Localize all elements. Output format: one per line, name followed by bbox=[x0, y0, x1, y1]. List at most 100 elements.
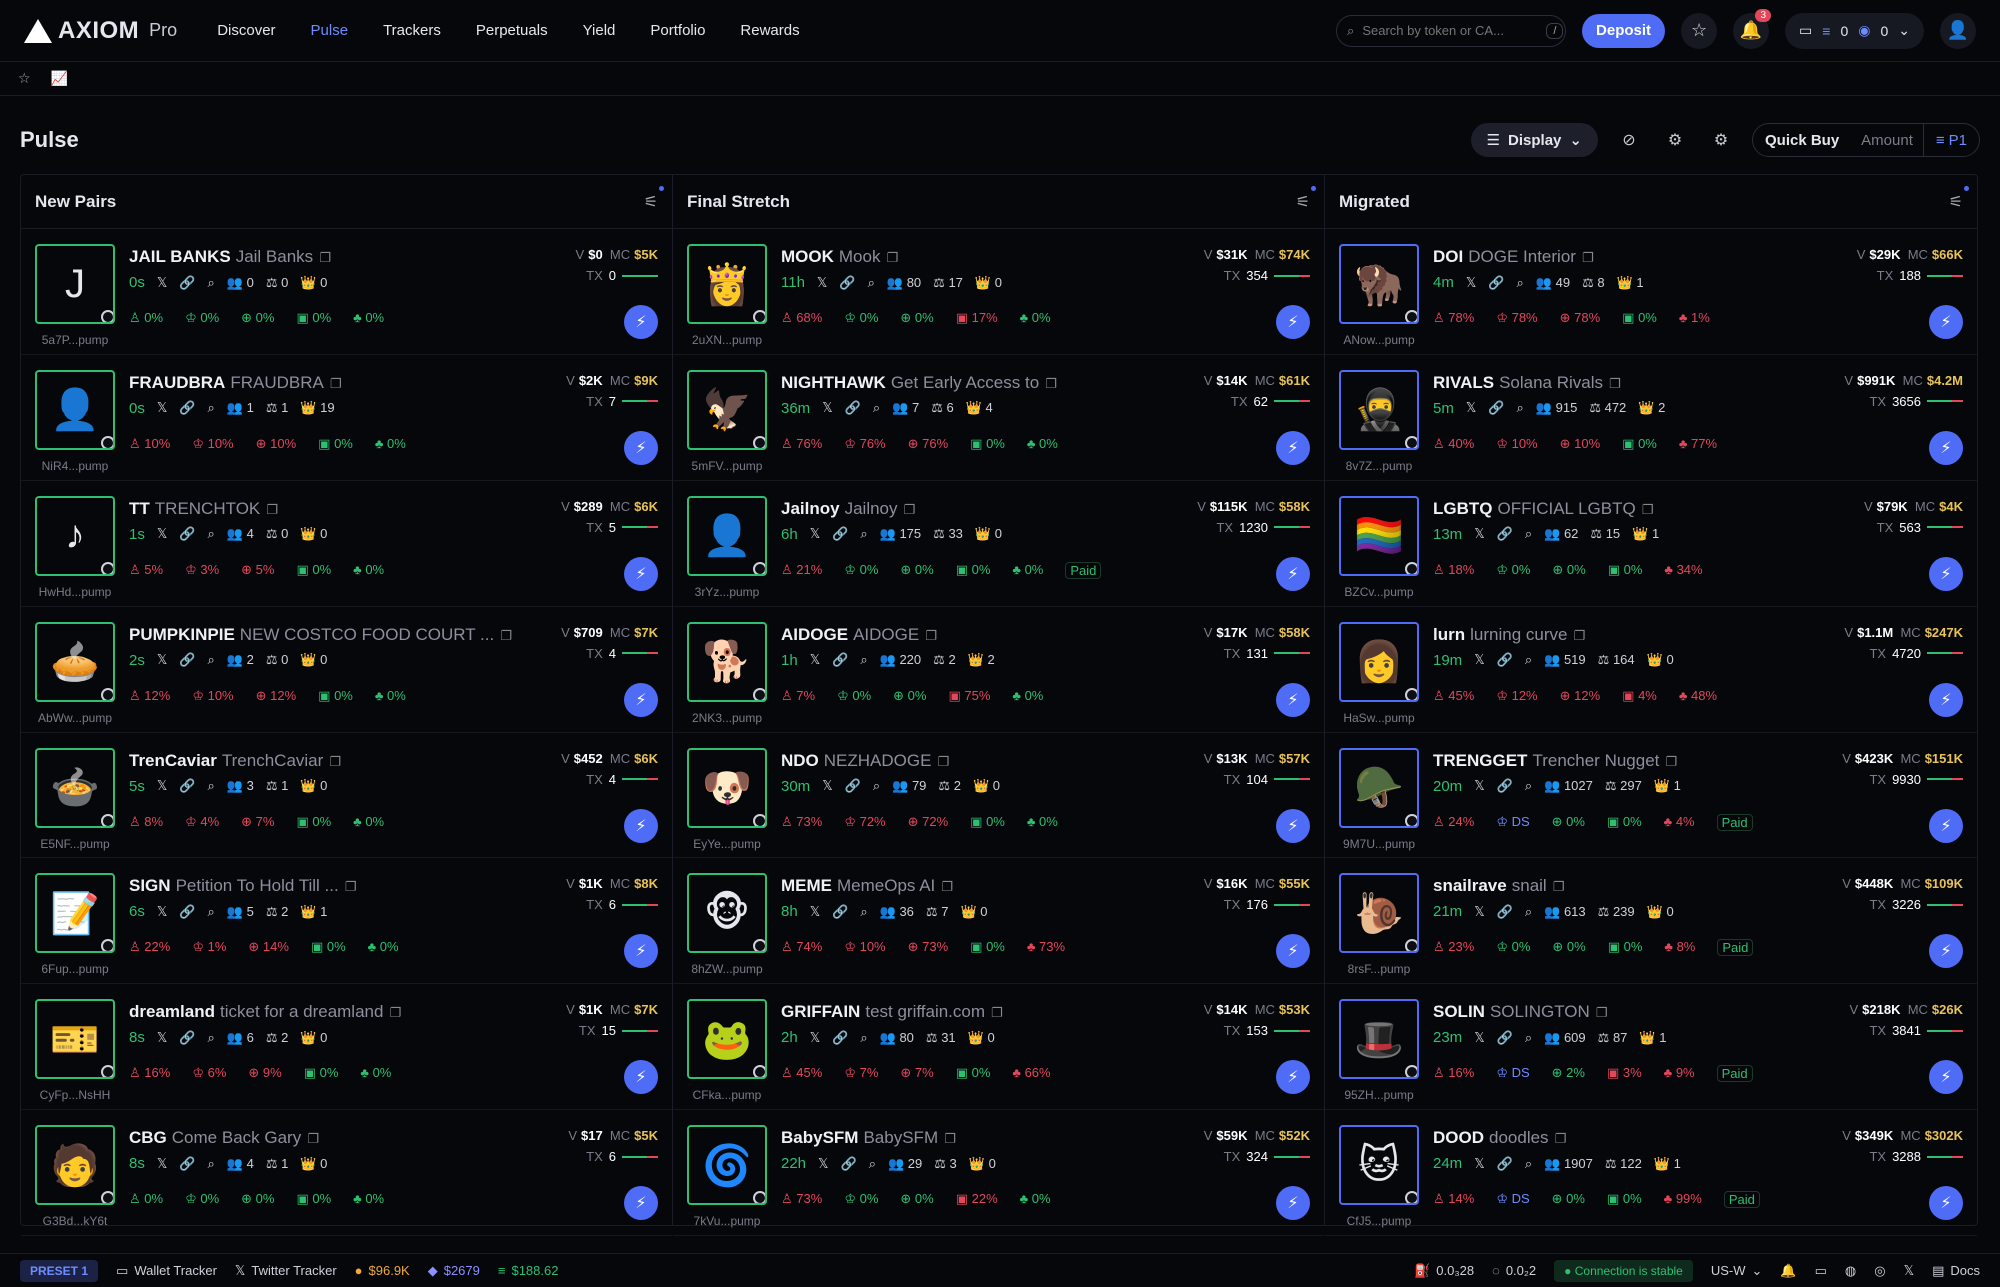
profile-user-icon[interactable]: 👤 bbox=[1940, 12, 1976, 49]
quick-buy-bolt-icon[interactable]: ⚡ bbox=[624, 934, 658, 969]
quick-buy-bolt-icon[interactable]: ⚡ bbox=[1929, 934, 1963, 969]
link-icon[interactable]: 🔗 bbox=[832, 904, 848, 920]
token-address[interactable]: EyYe...pump bbox=[687, 837, 767, 851]
x-icon[interactable]: 𝕏 bbox=[810, 1030, 820, 1046]
token-symbol[interactable]: TT bbox=[129, 499, 150, 518]
x-icon[interactable]: 𝕏 bbox=[810, 904, 820, 920]
copy-icon[interactable]: ❐ bbox=[944, 1131, 956, 1146]
link-icon[interactable]: 🔗 bbox=[179, 1156, 195, 1172]
palette-icon[interactable]: ◍ bbox=[1845, 1263, 1856, 1279]
token-address[interactable]: 3rYz...pump bbox=[687, 585, 767, 599]
token-avatar[interactable]: 🦬 bbox=[1339, 244, 1419, 324]
quick-buy-bolt-icon[interactable]: ⚡ bbox=[1929, 1186, 1963, 1221]
favorites-star-icon[interactable]: ☆ bbox=[18, 70, 31, 87]
link-icon[interactable]: 🔗 bbox=[1497, 1030, 1513, 1046]
x-icon[interactable]: 𝕏 bbox=[1466, 400, 1476, 416]
token-address[interactable]: CFka...pump bbox=[687, 1088, 767, 1102]
quick-buy-amount-input[interactable]: Amount bbox=[1851, 132, 1923, 149]
token-row[interactable]: 👤 NiR4...pump FRAUDBRA FRAUDBRA ❐ 0s 𝕏 🔗 ⌕… bbox=[21, 355, 672, 481]
copy-icon[interactable]: ❐ bbox=[886, 250, 898, 265]
search-icon[interactable]: ⌕ bbox=[208, 904, 215, 920]
chart-icon[interactable]: 📈 bbox=[51, 70, 68, 87]
token-avatar[interactable]: 🐕 bbox=[687, 621, 767, 702]
token-address[interactable]: 5a7P...pump bbox=[35, 333, 115, 347]
token-address[interactable]: 6Fup...pump bbox=[35, 962, 115, 976]
quick-buy-bolt-icon[interactable]: ⚡ bbox=[624, 808, 658, 843]
docs-link[interactable]: ▤ Docs bbox=[1932, 1263, 1980, 1279]
quick-buy-bolt-icon[interactable]: ⚡ bbox=[1929, 808, 1963, 843]
search-icon[interactable]: ⌕ bbox=[868, 275, 875, 291]
quick-buy-bolt-icon[interactable]: ⚡ bbox=[1929, 556, 1963, 591]
token-row[interactable]: 🦬 ANow...pump DOI DOGE Interior ❐ 4m 𝕏 🔗 ⌕… bbox=[1325, 229, 1977, 355]
search-icon[interactable]: ⌕ bbox=[1525, 652, 1532, 668]
search-icon[interactable]: ⌕ bbox=[1517, 275, 1524, 291]
link-icon[interactable]: 🔗 bbox=[845, 400, 861, 416]
token-avatar[interactable]: 🍲 bbox=[35, 747, 115, 828]
token-address[interactable]: 9M7U...pump bbox=[1339, 837, 1419, 851]
quick-buy-bolt-icon[interactable]: ⚡ bbox=[624, 556, 658, 591]
copy-icon[interactable]: ❐ bbox=[925, 628, 937, 643]
token-row[interactable]: 🏳️‍🌈 BZCv...pump LGBTQ OFFICIAL LGBTQ ❐ 13… bbox=[1325, 481, 1977, 607]
token-row[interactable]: 🦅 5mFV...pump NIGHTHAWK Get Early Access … bbox=[673, 355, 1324, 481]
quick-buy-bolt-icon[interactable]: ⚡ bbox=[1276, 682, 1310, 717]
calendar-icon[interactable]: ▭ bbox=[1815, 1263, 1827, 1279]
token-address[interactable]: 95ZH...pump bbox=[1339, 1088, 1419, 1102]
search-icon[interactable]: ⌕ bbox=[208, 400, 215, 416]
token-avatar[interactable]: 🐸 bbox=[687, 999, 767, 1080]
token-row[interactable]: 🐕 2NK3...pump AIDOGE AIDOGE ❐ 1h 𝕏 🔗 ⌕ 👥 2… bbox=[673, 607, 1324, 733]
search-icon[interactable]: ⌕ bbox=[1525, 904, 1532, 920]
x-icon[interactable]: 𝕏 bbox=[810, 652, 820, 668]
quick-buy-bolt-icon[interactable]: ⚡ bbox=[1929, 682, 1963, 717]
search-icon[interactable]: ⌕ bbox=[860, 904, 867, 920]
token-symbol[interactable]: lurn bbox=[1433, 625, 1465, 644]
coin-settings-icon[interactable]: ⚙ bbox=[1660, 125, 1690, 155]
x-icon[interactable]: 𝕏 bbox=[1904, 1263, 1914, 1279]
display-button[interactable]: ☰ Display ⌄ bbox=[1470, 123, 1598, 157]
token-row[interactable]: 🐶 EyYe...pump NDO NEZHADOGE ❐ 30m 𝕏 🔗 ⌕ 👥 … bbox=[673, 733, 1324, 859]
token-avatar[interactable]: 🐱 bbox=[1339, 1125, 1419, 1206]
search-icon[interactable]: ⌕ bbox=[873, 400, 880, 416]
token-avatar[interactable]: 👤 bbox=[687, 495, 767, 576]
token-row[interactable]: 🐵 8hZW...pump MEME MemeOps AI ❐ 8h 𝕏 🔗 ⌕ 👥… bbox=[673, 858, 1324, 985]
copy-icon[interactable]: ❐ bbox=[1045, 376, 1057, 391]
token-row[interactable]: 🐱 CfJ5...pump DOOD doodles ❐ 24m 𝕏 🔗 ⌕ 👥 1… bbox=[1325, 1110, 1977, 1237]
link-icon[interactable]: 🔗 bbox=[832, 652, 848, 668]
filter-icon[interactable]: ⚟ bbox=[644, 185, 664, 212]
nav-rewards[interactable]: Rewards bbox=[740, 22, 799, 39]
token-row[interactable]: 🧑 G3Bd...kY6t CBG Come Back Gary ❐ 8s 𝕏 🔗 … bbox=[21, 1110, 672, 1237]
token-row[interactable]: 👤 3rYz...pump Jailnoy Jailnoy ❐ 6h 𝕏 🔗 ⌕ 👥… bbox=[673, 481, 1324, 607]
link-icon[interactable]: 🔗 bbox=[179, 400, 195, 416]
search-icon[interactable]: ⌕ bbox=[1525, 526, 1532, 542]
token-symbol[interactable]: dreamland bbox=[129, 1002, 215, 1021]
nav-perpetuals[interactable]: Perpetuals bbox=[476, 22, 548, 39]
search-input[interactable] bbox=[1362, 23, 1539, 38]
x-icon[interactable]: 𝕏 bbox=[1466, 275, 1476, 291]
token-symbol[interactable]: SIGN bbox=[129, 876, 171, 895]
copy-icon[interactable]: ❐ bbox=[937, 754, 949, 769]
token-symbol[interactable]: SOLIN bbox=[1433, 1002, 1485, 1021]
token-avatar[interactable]: 🌀 bbox=[687, 1125, 767, 1206]
quick-buy-bolt-icon[interactable]: ⚡ bbox=[1276, 430, 1310, 465]
link-icon[interactable]: 🔗 bbox=[179, 275, 195, 291]
x-icon[interactable]: 𝕏 bbox=[157, 652, 167, 668]
token-avatar[interactable]: 🪖 bbox=[1339, 747, 1419, 828]
copy-icon[interactable]: ❐ bbox=[1555, 1131, 1567, 1146]
hide-tokens-icon[interactable]: ⊘ bbox=[1614, 125, 1644, 155]
link-icon[interactable]: 🔗 bbox=[839, 275, 855, 291]
deposit-button[interactable]: Deposit bbox=[1582, 13, 1666, 48]
copy-icon[interactable]: ❐ bbox=[1573, 628, 1585, 643]
quick-buy-bolt-icon[interactable]: ⚡ bbox=[1276, 556, 1310, 591]
copy-icon[interactable]: ❐ bbox=[904, 502, 916, 517]
token-avatar[interactable]: 🐌 bbox=[1339, 873, 1419, 954]
copy-icon[interactable]: ❐ bbox=[266, 502, 278, 517]
token-symbol[interactable]: TrenCaviar bbox=[129, 751, 217, 770]
token-row[interactable]: ♪ HwHd...pump TT TRENCHTOK ❐ 1s 𝕏 🔗 ⌕ 👥 4 … bbox=[21, 481, 672, 607]
copy-icon[interactable]: ❐ bbox=[941, 879, 953, 894]
search-icon[interactable]: ⌕ bbox=[1525, 778, 1532, 794]
token-row[interactable]: 📝 6Fup...pump SIGN Petition To Hold Till … bbox=[21, 858, 672, 985]
quick-buy-bolt-icon[interactable]: ⚡ bbox=[1929, 430, 1963, 465]
copy-icon[interactable]: ❐ bbox=[1609, 376, 1621, 391]
copy-icon[interactable]: ❐ bbox=[991, 1005, 1003, 1020]
token-symbol[interactable]: CBG bbox=[129, 1128, 167, 1147]
link-icon[interactable]: 🔗 bbox=[179, 1030, 195, 1046]
